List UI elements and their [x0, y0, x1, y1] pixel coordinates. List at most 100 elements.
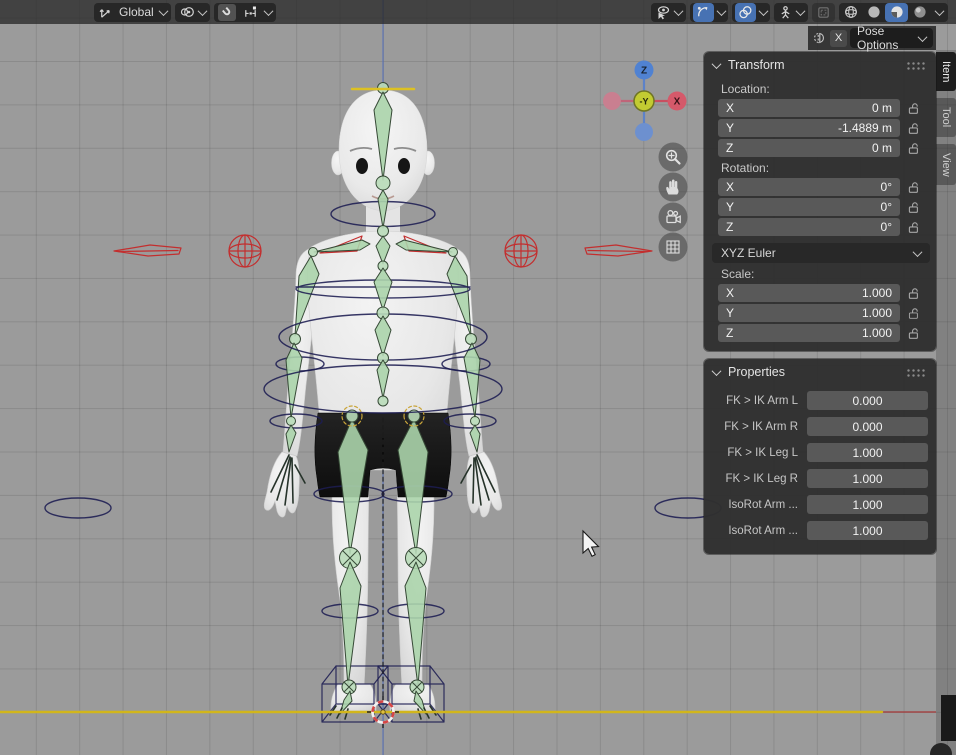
pose-options-label: Pose Options	[857, 24, 914, 52]
gizmo-axis-z[interactable]: Z	[635, 61, 654, 80]
property-value: 0.000	[852, 394, 882, 408]
rotation-mode-select[interactable]: XYZ Euler	[712, 243, 930, 263]
axis-label: Z	[726, 141, 733, 155]
fk-ik-leg-l-slider[interactable]: 1.000	[807, 443, 928, 462]
property-value: 1.000	[852, 524, 882, 538]
isorot-arm-1-slider[interactable]: 1.000	[807, 495, 928, 514]
tool-settings-row: X Pose Options	[808, 26, 936, 50]
lock-location-z[interactable]	[907, 141, 921, 155]
location-x-field[interactable]: X 0 m	[718, 99, 900, 117]
lock-location-x[interactable]	[907, 101, 921, 115]
property-value: 1.000	[852, 472, 882, 486]
chevron-down-icon	[759, 6, 769, 16]
property-value: 0.000	[852, 420, 882, 434]
panel-title: Transform	[728, 58, 785, 72]
mirror-butterfly-icon	[811, 30, 827, 46]
gizmo-axis-x[interactable]: X	[668, 92, 687, 111]
rotation-z-field[interactable]: Z 0°	[718, 218, 900, 236]
render-preview-button[interactable]	[812, 3, 835, 22]
shading-solid-button[interactable]	[862, 3, 885, 22]
blender-window: Z X -Y	[0, 0, 956, 755]
scale-y-field[interactable]: Y 1.000	[718, 304, 900, 322]
panel-title: Properties	[728, 365, 785, 379]
snap-toggle-button[interactable]	[218, 4, 236, 21]
tab-item[interactable]: Item	[936, 52, 956, 91]
snap-settings-button[interactable]	[240, 3, 261, 22]
grid-ortho-button[interactable]	[659, 233, 688, 262]
properties-panel: Properties FK > IK Arm L 0.000 FK > IK A…	[704, 359, 936, 554]
snap-increments-icon	[243, 5, 258, 20]
chevron-down-icon	[263, 6, 273, 16]
axis-value: 0°	[881, 220, 892, 234]
sidebar-tab-strip: Item Tool View	[936, 50, 956, 755]
adjacent-editor-corner	[941, 695, 956, 741]
shading-wireframe-button[interactable]	[839, 3, 862, 22]
rotation-y-field[interactable]: Y 0°	[718, 198, 900, 216]
mirror-x-toggle[interactable]: X	[830, 30, 847, 47]
zoom-nav-button[interactable]	[659, 143, 688, 172]
transform-orientation-icon	[98, 5, 113, 20]
gizmo-negy-label: -Y	[640, 96, 649, 106]
gizmos-toggle-button[interactable]	[693, 3, 714, 22]
camera-view-button[interactable]	[659, 203, 688, 232]
fk-ik-arm-l-slider[interactable]: 0.000	[807, 391, 928, 410]
axis-value: 0 m	[872, 101, 892, 115]
lock-rotation-y[interactable]	[907, 200, 921, 214]
drag-dots-icon	[906, 368, 927, 377]
axis-value: 0 m	[872, 141, 892, 155]
partial-nav-circle	[930, 743, 952, 755]
isorot-arm-2-slider[interactable]: 1.000	[807, 521, 928, 540]
rotation-label: Rotation:	[721, 161, 936, 175]
scale-x-field[interactable]: X 1.000	[718, 284, 900, 302]
navigation-gizmo[interactable]: Z X -Y	[603, 61, 687, 142]
fk-ik-arm-r-slider[interactable]: 0.000	[807, 417, 928, 436]
properties-panel-header[interactable]: Properties	[704, 359, 936, 385]
axis-label: Y	[726, 306, 734, 320]
chevron-down-icon	[918, 32, 928, 42]
axis-value: 1.000	[862, 306, 892, 320]
lock-scale-x[interactable]	[907, 286, 921, 300]
transform-orientation-dropdown[interactable]: Global	[94, 3, 171, 22]
overlays-toggle-group	[732, 3, 770, 22]
gizmo-axis-neg-z[interactable]	[635, 123, 653, 141]
pivot-point-dropdown[interactable]	[175, 3, 210, 22]
axis-value: -1.4889 m	[838, 121, 892, 135]
visibility-dropdown[interactable]	[651, 3, 686, 22]
lock-location-y[interactable]	[907, 121, 921, 135]
rotation-x-field[interactable]: X 0°	[718, 178, 900, 196]
location-z-field[interactable]: Z 0 m	[718, 139, 900, 157]
axis-value: 0°	[881, 180, 892, 194]
xray-toggle-group	[774, 3, 808, 22]
gizmos-icon	[696, 5, 711, 20]
pose-options-dropdown[interactable]: Pose Options	[850, 28, 933, 48]
lock-rotation-x[interactable]	[907, 180, 921, 194]
scale-label: Scale:	[721, 267, 936, 281]
gizmo-z-label: Z	[641, 66, 647, 77]
lock-scale-y[interactable]	[907, 306, 921, 320]
overlays-toggle-button[interactable]	[735, 3, 756, 22]
tab-view[interactable]: View	[936, 144, 956, 186]
shading-rendered-button[interactable]	[908, 3, 931, 22]
gizmo-axis-neg-x[interactable]	[603, 92, 621, 110]
axis-label: Z	[726, 220, 733, 234]
transform-panel-header[interactable]: Transform	[704, 52, 936, 78]
chevron-down-icon	[796, 6, 806, 16]
lock-rotation-z[interactable]	[907, 220, 921, 234]
shading-material-button[interactable]	[885, 3, 908, 22]
wireframe-sphere-icon	[844, 5, 858, 19]
scale-z-field[interactable]: Z 1.000	[718, 324, 900, 342]
shading-dropdown-button[interactable]	[931, 3, 948, 22]
chevron-down-icon	[717, 6, 727, 16]
pan-hand-button[interactable]	[659, 173, 688, 202]
viewport-header: Global	[0, 0, 956, 24]
tab-tool[interactable]: Tool	[936, 98, 956, 136]
lock-scale-z[interactable]	[907, 326, 921, 340]
property-label: FK > IK Arm L	[712, 395, 798, 407]
orientation-label: Global	[117, 5, 156, 19]
axis-label: X	[726, 180, 734, 194]
location-y-field[interactable]: Y -1.4889 m	[718, 119, 900, 137]
chevron-down-icon	[158, 6, 168, 16]
gizmo-axis-neg-y[interactable]: -Y	[634, 91, 654, 111]
pivot-point-icon	[179, 4, 195, 20]
fk-ik-leg-r-slider[interactable]: 1.000	[807, 469, 928, 488]
